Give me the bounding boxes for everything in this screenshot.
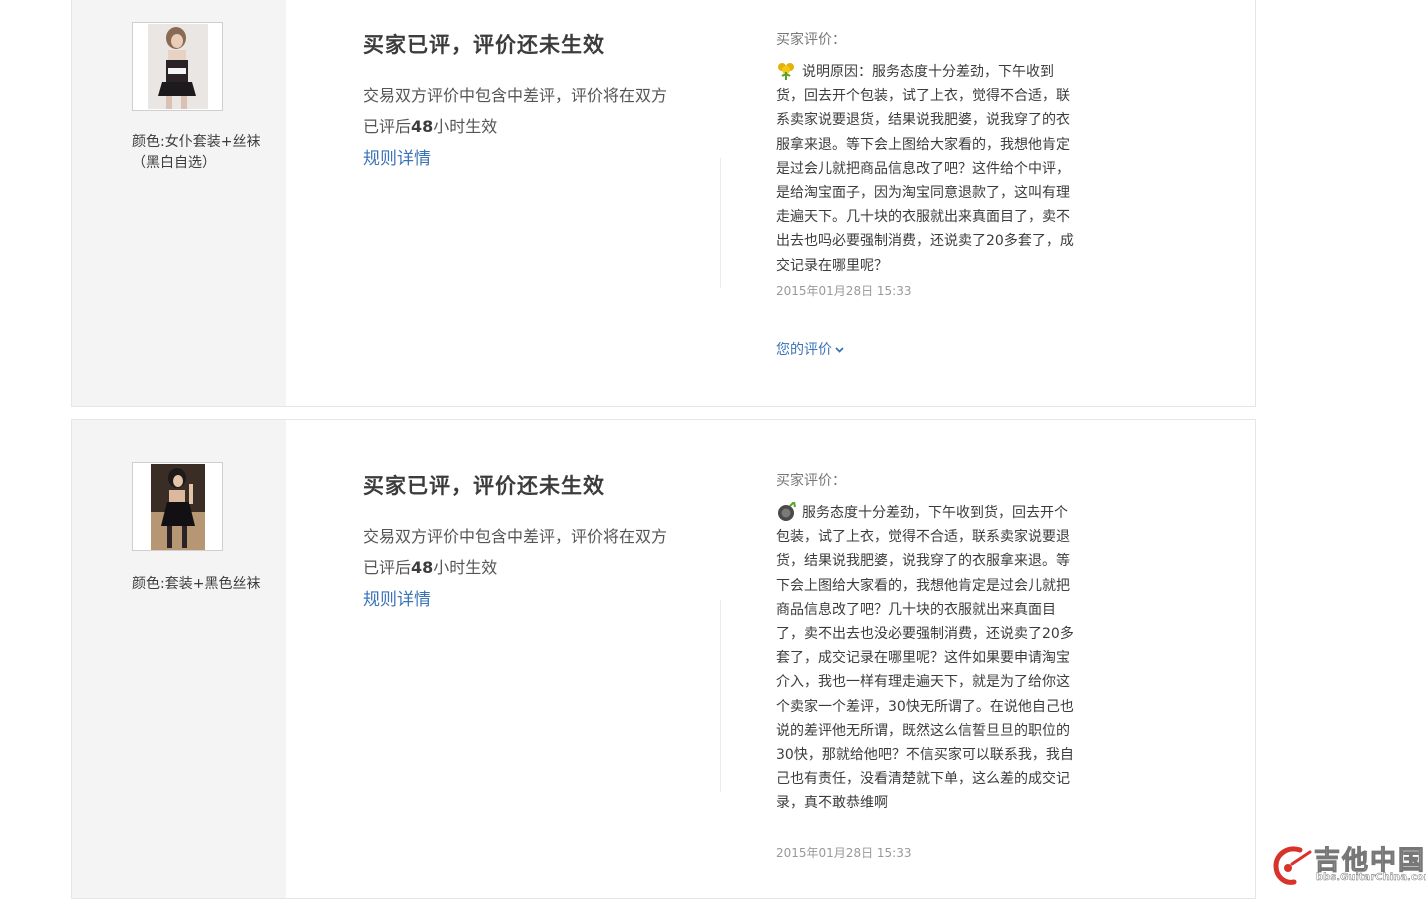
column-divider bbox=[720, 600, 721, 792]
product-photo bbox=[147, 24, 208, 109]
product-column: 颜色:女仆套装+丝袜（黑白自选） bbox=[72, 0, 286, 406]
review-status-description: 交易双方评价中包含中差评，评价将在双方已评后48小时生效 bbox=[363, 527, 668, 577]
your-review-label: 您的评价 bbox=[776, 342, 832, 358]
neutral-rating-icon bbox=[778, 63, 794, 80]
watermark-url: bbs.GuitarChina.com bbox=[1316, 872, 1426, 883]
buyer-review-text: 说明原因：服务态度十分差劲，下午收到货，回去开个包装，试了上衣，觉得不合适，联系… bbox=[776, 60, 1078, 278]
buyer-review-text: 服务态度十分差劲，下午收到货，回去开个包装，试了上衣，觉得不合适，联系卖家说要退… bbox=[776, 501, 1078, 816]
review-status-title: 买家已评，评价还未生效 bbox=[363, 473, 605, 498]
column-divider bbox=[720, 158, 721, 288]
buyer-review-label: 买家评价： bbox=[776, 32, 846, 48]
color-option-text: 颜色:女仆套装+丝袜（黑白自选） bbox=[132, 134, 261, 171]
product-thumbnail[interactable] bbox=[132, 22, 223, 111]
review-status-title: 买家已评，评价还未生效 bbox=[363, 32, 605, 57]
product-photo bbox=[150, 463, 205, 550]
rule-details-link[interactable]: 规则详情 bbox=[363, 585, 431, 610]
your-review-toggle[interactable]: 您的评价 bbox=[776, 339, 844, 359]
negative-rating-icon bbox=[778, 502, 796, 521]
rule-details-link[interactable]: 规则详情 bbox=[363, 144, 431, 169]
product-thumbnail[interactable] bbox=[132, 462, 223, 551]
site-watermark: 吉他中国 bbs.GuitarChina.com bbox=[1270, 840, 1426, 892]
guitar-logo-icon bbox=[1273, 846, 1312, 885]
review-date: 2015年01月28日 15:33 bbox=[776, 284, 912, 298]
chevron-down-icon bbox=[835, 347, 844, 353]
review-status-description: 交易双方评价中包含中差评，评价将在双方已评后48小时生效 bbox=[363, 86, 668, 136]
color-option-text: 颜色:套装+黑色丝袜 bbox=[132, 576, 261, 592]
order-review-card: 颜色:套装+黑色丝袜 买家已评，评价还未生效 交易双方评价中包含中差评，评价将在… bbox=[71, 419, 1256, 899]
product-column: 颜色:套装+黑色丝袜 bbox=[72, 420, 286, 898]
order-review-card: 颜色:女仆套装+丝袜（黑白自选） 买家已评，评价还未生效 交易双方评价中包含中差… bbox=[71, 0, 1256, 407]
buyer-review-label: 买家评价： bbox=[776, 473, 846, 489]
review-date: 2015年01月28日 15:33 bbox=[776, 846, 912, 860]
